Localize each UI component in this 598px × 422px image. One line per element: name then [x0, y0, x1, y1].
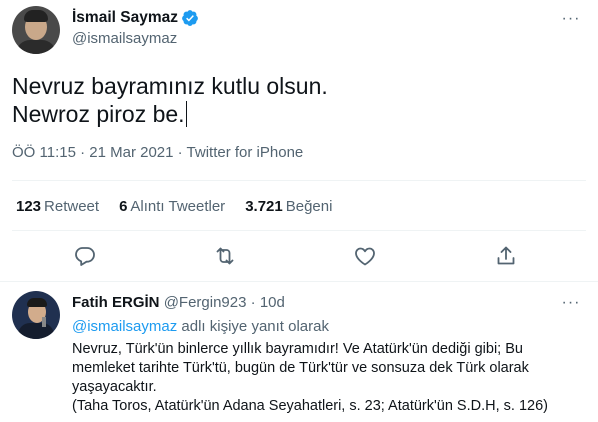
- author-block: İsmail Saymaz @ismailsaymaz: [72, 9, 199, 47]
- tweet-text-line-2-text: Newroz piroz be.: [12, 101, 185, 127]
- tweet-text-line-1: Nevruz bayramınız kutlu olsun.: [12, 73, 328, 99]
- like-count-value: 3.721: [245, 198, 283, 215]
- divider: [12, 230, 586, 231]
- retweet-icon[interactable]: [213, 244, 237, 268]
- text-cursor: [185, 101, 187, 127]
- like-count-label: Beğeni: [285, 198, 333, 215]
- avatar[interactable]: [12, 291, 60, 339]
- author-name-text[interactable]: İsmail Saymaz: [72, 9, 178, 27]
- mention-link[interactable]: @ismailsaymaz: [72, 318, 177, 335]
- more-options-icon[interactable]: ···: [560, 11, 582, 32]
- reply-text-line: memleket tarihte Türk'tü, bugün de Türk'…: [72, 360, 529, 376]
- like-count[interactable]: 3.721 Beğeni: [245, 198, 332, 215]
- quote-count-label: Alıntı Tweetler: [130, 198, 226, 215]
- retweet-count[interactable]: 123 Retweet: [16, 198, 99, 215]
- replying-to-text: adlı kişiye yanıt olarak: [177, 318, 329, 335]
- share-icon[interactable]: [494, 244, 518, 268]
- tweet-text: Nevruz bayramınız kutlu olsun. Newroz pi…: [12, 72, 328, 128]
- retweet-count-value: 123: [16, 198, 42, 215]
- reply-icon[interactable]: [73, 244, 97, 268]
- reply-time[interactable]: 10d: [260, 294, 285, 311]
- reply-author-handle[interactable]: @Fergin923: [164, 294, 247, 311]
- reply-text: Nevruz, Türk'ün binlerce yıllık bayramıd…: [72, 340, 572, 416]
- divider: [12, 180, 586, 181]
- quote-count-value: 6: [119, 198, 128, 215]
- reply-text-line: yaşayacaktır.: [72, 379, 157, 395]
- retweet-count-label: Retweet: [44, 198, 100, 215]
- author-handle[interactable]: @ismailsaymaz: [72, 30, 199, 47]
- replying-to: @ismailsaymaz adlı kişiye yanıt olarak: [72, 318, 329, 335]
- tweet-timestamp[interactable]: ÖÖ 11:15 · 21 Mar 2021 · Twitter for iPh…: [12, 144, 303, 161]
- reply-author-name[interactable]: Fatih ERGİN: [72, 294, 160, 311]
- verified-badge-icon: [182, 10, 198, 26]
- tweet-stats: 123 Retweet 6 Alıntı Tweetler 3.721 Beğeni: [16, 198, 332, 215]
- divider: [0, 281, 598, 282]
- quote-count[interactable]: 6 Alıntı Tweetler: [119, 198, 225, 215]
- tweet-actions: [0, 244, 598, 268]
- author-name[interactable]: İsmail Saymaz: [72, 9, 199, 27]
- separator-dot: ·: [250, 294, 256, 311]
- reply-text-line: Nevruz, Türk'ün binlerce yıllık bayramıd…: [72, 341, 523, 357]
- like-icon[interactable]: [353, 244, 377, 268]
- avatar[interactable]: [12, 6, 60, 54]
- reply-header: Fatih ERGİN @Fergin923 · 10d: [72, 294, 285, 311]
- reply-text-line: (Taha Toros, Atatürk'ün Adana Seyahatler…: [72, 398, 548, 414]
- more-options-icon[interactable]: ···: [560, 295, 582, 316]
- tweet-text-line-2: Newroz piroz be.: [12, 100, 328, 128]
